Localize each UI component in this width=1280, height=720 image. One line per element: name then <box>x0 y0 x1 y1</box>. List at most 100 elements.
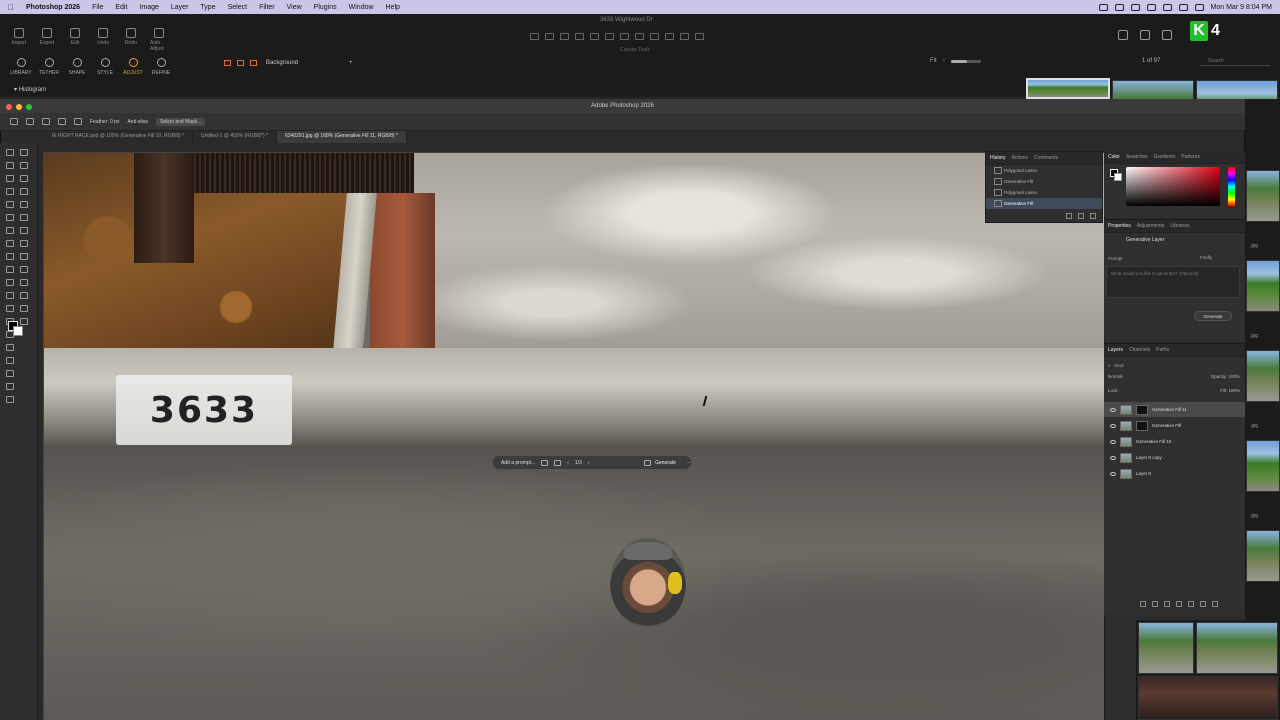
battery-icon[interactable] <box>1162 3 1172 11</box>
more-icon[interactable]: ··· <box>686 460 691 466</box>
canvas-tool-7-icon[interactable] <box>620 33 629 40</box>
search-menubar-icon[interactable] <box>1178 3 1188 11</box>
tab-style[interactable]: STYLE <box>94 58 116 76</box>
filmstrip-thumb[interactable] <box>1246 530 1280 582</box>
filmstrip-thumb[interactable] <box>1246 440 1280 492</box>
tab-refine[interactable]: REFINE <box>150 58 172 76</box>
tool-4-icon[interactable] <box>20 162 28 169</box>
doc-tab[interactable]: IE RIGHT RACE.psd @ 100% (Generative Fil… <box>44 131 193 143</box>
add-layer-icon[interactable]: + <box>349 60 353 66</box>
canvas-tool-10-icon[interactable] <box>665 33 674 40</box>
filmstrip-thumb[interactable] <box>1196 622 1278 674</box>
tab-history[interactable]: History <box>990 155 1006 161</box>
tab-adjust[interactable]: ADJUST <box>122 58 144 76</box>
tool-21-icon[interactable] <box>6 279 14 286</box>
tab-layers[interactable]: Layers <box>1108 347 1123 353</box>
status-record-icon[interactable] <box>1130 3 1140 11</box>
options-icon[interactable] <box>541 459 549 466</box>
tab-actions[interactable]: Actions <box>1012 155 1028 161</box>
layer-row[interactable]: Generative Fill 10 <box>1104 434 1245 449</box>
zoom-window-icon[interactable] <box>26 104 32 110</box>
minimize-window-icon[interactable] <box>16 104 22 110</box>
filmstrip-thumb-selected[interactable] <box>1026 78 1110 99</box>
menu-image[interactable]: Image <box>133 4 164 11</box>
menu-layer[interactable]: Layer <box>165 4 195 11</box>
tool-20-icon[interactable] <box>20 266 28 273</box>
filter-kind-select[interactable]: Kind <box>1115 363 1124 368</box>
tool-25-icon[interactable] <box>6 305 14 312</box>
fill-field[interactable]: Fill: 100% <box>1220 388 1240 396</box>
tool-31-icon[interactable] <box>6 344 14 351</box>
layer-row[interactable]: Generative Fill <box>1104 418 1245 433</box>
control-center-icon[interactable] <box>1194 3 1204 11</box>
subtract-selection-icon[interactable] <box>74 118 82 125</box>
tool-17-icon[interactable] <box>6 253 14 260</box>
prev-variation-icon[interactable]: ‹ <box>567 460 569 466</box>
histogram-panel-header[interactable]: ▾ Histogram <box>14 86 46 93</box>
menu-type[interactable]: Type <box>194 4 221 11</box>
canvas-tool-6-icon[interactable] <box>605 33 614 40</box>
canvas-tool-9-icon[interactable] <box>650 33 659 40</box>
feather-field[interactable]: Feather: 0 px <box>90 119 119 125</box>
tool-12-icon[interactable] <box>20 214 28 221</box>
color-picker-field[interactable] <box>1126 167 1220 206</box>
fit-label[interactable]: Fit <box>930 58 937 64</box>
tool-8-icon[interactable] <box>20 188 28 195</box>
filmstrip-thumb[interactable] <box>1246 170 1280 222</box>
eye-icon[interactable] <box>1110 471 1116 476</box>
eye-icon[interactable] <box>1110 407 1116 412</box>
new-selection-icon[interactable] <box>42 118 50 125</box>
canvas-tool-8-icon[interactable] <box>635 33 644 40</box>
eye-icon[interactable] <box>1110 423 1116 428</box>
layer-dropdown[interactable]: Background <box>263 58 343 67</box>
canvas-tool-4-icon[interactable] <box>575 33 584 40</box>
eye-icon[interactable] <box>1110 439 1116 444</box>
tool-35-icon[interactable] <box>6 370 14 377</box>
layer-icon-3[interactable] <box>250 59 257 66</box>
history-item[interactable]: Generative Fill <box>986 176 1102 187</box>
tool-1-icon[interactable] <box>6 149 14 156</box>
status-screen-icon[interactable] <box>1114 3 1124 11</box>
menu-window[interactable]: Window <box>343 4 380 11</box>
generate-button[interactable]: Generate <box>644 459 676 466</box>
apple-icon[interactable]:  <box>0 3 20 12</box>
prompt-textarea[interactable]: What would you like to generate? (Option… <box>1106 266 1240 298</box>
tool-11-icon[interactable] <box>6 214 14 221</box>
lasso-tool-icon[interactable] <box>26 118 34 125</box>
tool-28-icon[interactable] <box>20 318 28 325</box>
menu-plugins[interactable]: Plugins <box>308 4 343 11</box>
menu-select[interactable]: Select <box>222 4 253 11</box>
properties-generate-button[interactable]: Generate <box>1194 311 1232 321</box>
tab-comments[interactable]: Comments <box>1034 155 1058 161</box>
group-icon[interactable] <box>1188 601 1194 607</box>
search-input[interactable]: Search <box>1200 58 1270 66</box>
tool-3-icon[interactable] <box>6 162 14 169</box>
canvas-tool-11-icon[interactable] <box>680 33 689 40</box>
new-layer-icon[interactable] <box>1200 601 1206 607</box>
camera-icon[interactable] <box>1078 213 1084 219</box>
tab-library[interactable]: LIBRARY <box>10 58 32 76</box>
filmstrip-thumb[interactable] <box>1138 622 1194 674</box>
layer-row[interactable]: Layer 0 copy <box>1104 450 1245 465</box>
tool-16-icon[interactable] <box>20 240 28 247</box>
tab-adjustments[interactable]: Adjustments <box>1137 223 1165 229</box>
add-selection-icon[interactable] <box>58 118 66 125</box>
reference-image-icon[interactable] <box>554 459 562 466</box>
antialias-checkbox[interactable]: Anti-alias <box>127 119 148 125</box>
zoom-slider[interactable] <box>950 59 981 63</box>
trash-icon[interactable] <box>1090 213 1096 219</box>
warning-icon[interactable] <box>1162 30 1172 40</box>
close-window-icon[interactable] <box>6 104 12 110</box>
tab-paths[interactable]: Paths <box>1156 347 1169 353</box>
menu-view[interactable]: View <box>281 4 308 11</box>
status-app-icon[interactable] <box>1098 3 1108 11</box>
fx-icon[interactable] <box>1152 601 1158 607</box>
mask-icon[interactable] <box>1164 601 1170 607</box>
eye-icon[interactable] <box>1110 455 1116 460</box>
layer-row[interactable]: Layer 0 <box>1104 466 1245 481</box>
doc-tab[interactable]: Untitled-1 @ 455% (RGB/8*) * <box>193 131 278 143</box>
tab-color[interactable]: Color <box>1108 154 1120 160</box>
next-variation-icon[interactable]: › <box>588 460 590 466</box>
history-item[interactable]: Polygonal Lasso <box>986 165 1102 176</box>
tool-2-icon[interactable] <box>20 149 28 156</box>
